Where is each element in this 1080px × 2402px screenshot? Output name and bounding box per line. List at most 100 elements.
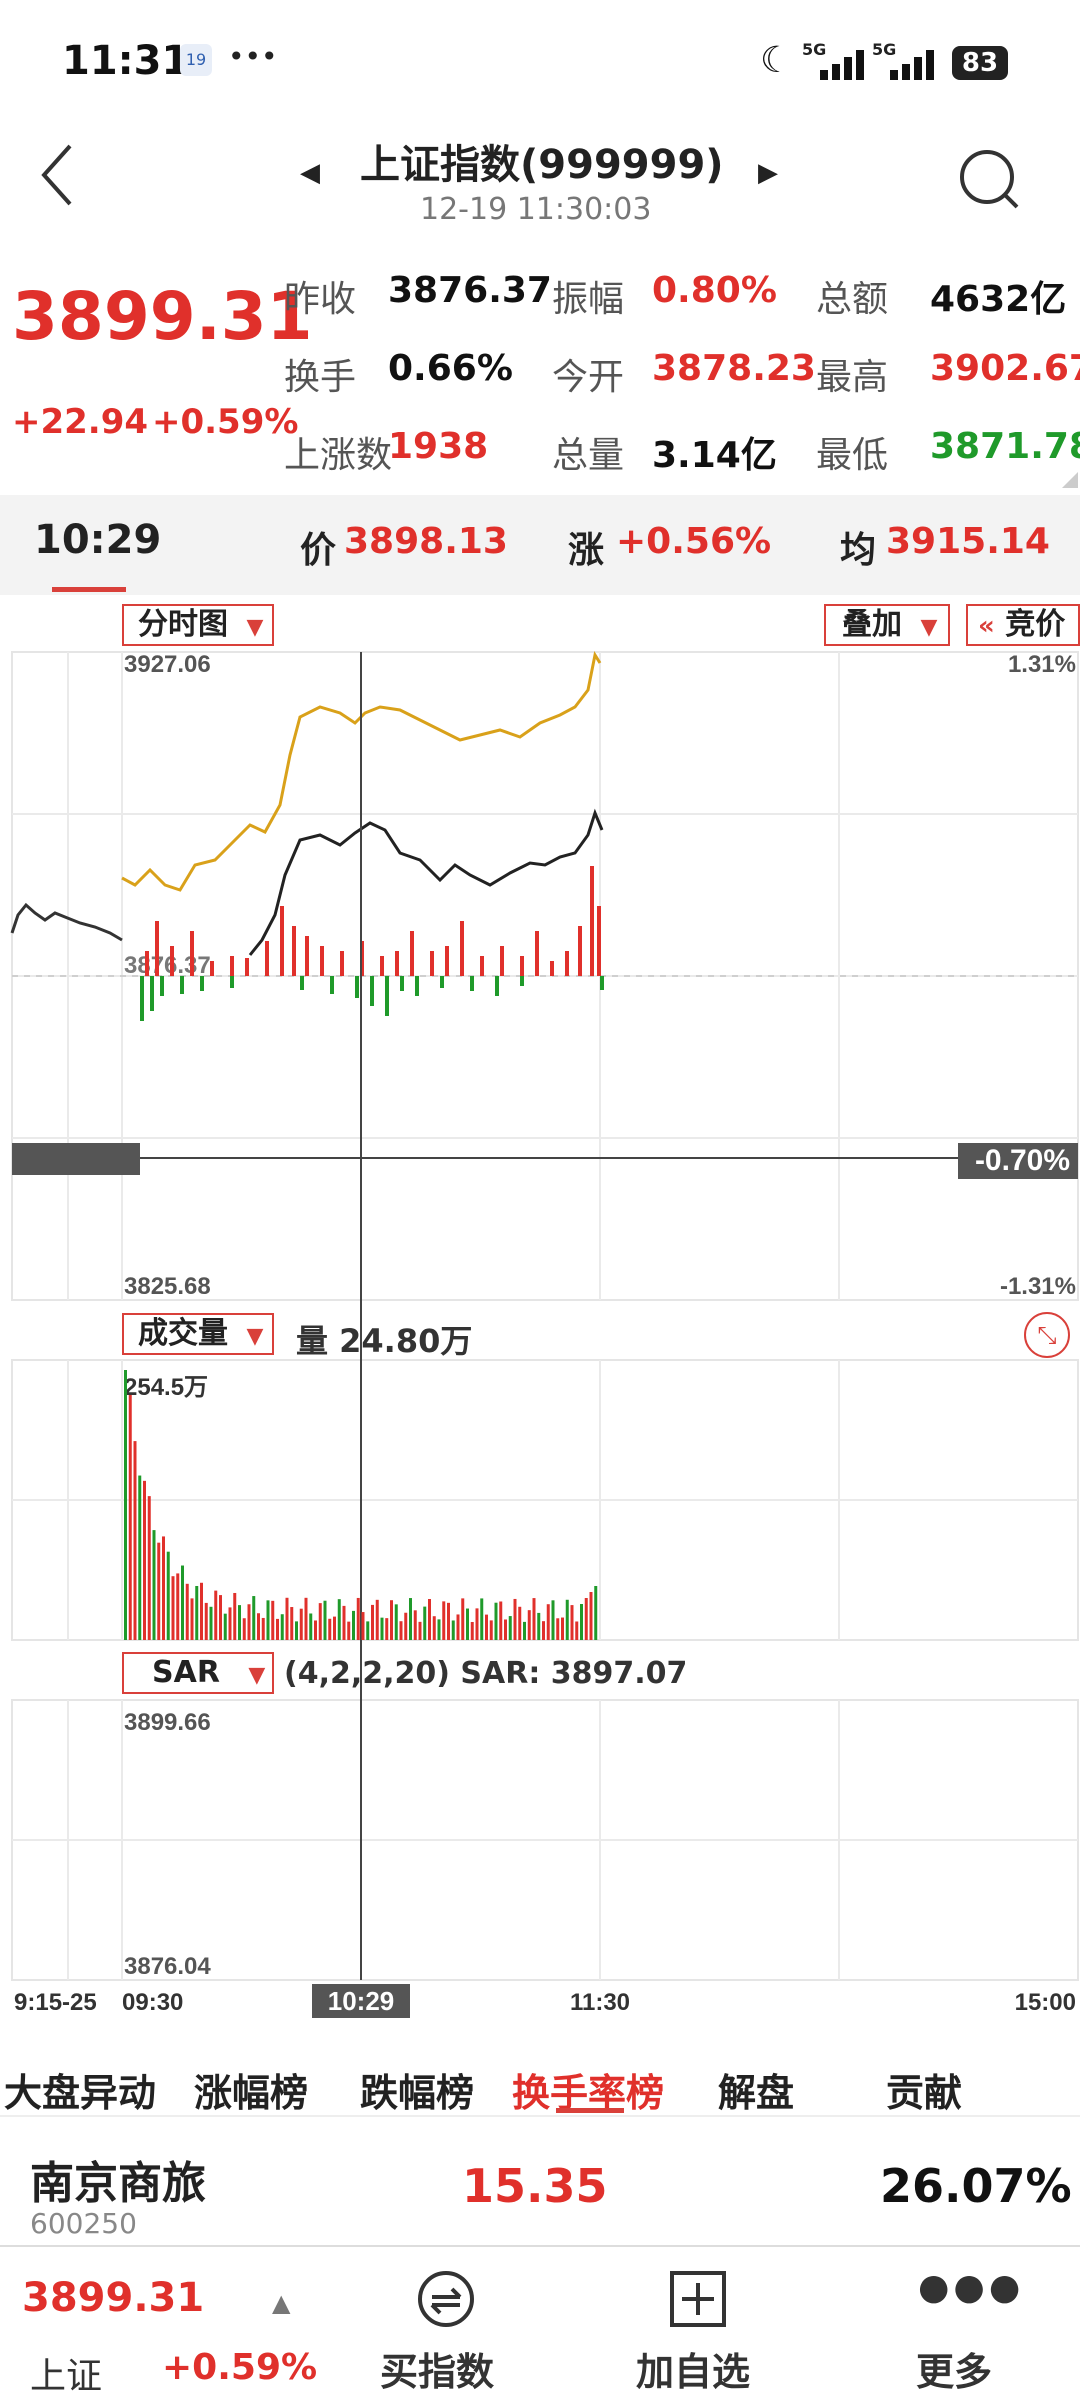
overlay-dropdown[interactable]: 叠加 ▼ bbox=[824, 604, 950, 646]
volume-bar bbox=[280, 1614, 284, 1640]
bottom-action-bar: 3899.31 ▲ 上证 +0.59% 买指数 加自选 ●●● 更多 bbox=[0, 2245, 1080, 2402]
volume-tick bbox=[280, 906, 284, 976]
status-bar: 11:31 19 ••• ☾ 5G 5G 83 bbox=[0, 0, 1080, 120]
stat-label: 最低 bbox=[816, 435, 889, 476]
volume-bar bbox=[584, 1598, 588, 1640]
volume-bar bbox=[570, 1605, 574, 1640]
tab-1[interactable]: 涨幅榜 bbox=[194, 2062, 308, 2117]
chart-type-label: 分时图 bbox=[138, 607, 228, 642]
intraday-chart[interactable]: 3927.06 3825.68 3876.37 1.31% -1.31% -0.70% 25… bbox=[0, 595, 1080, 2020]
volume-bar bbox=[285, 1597, 289, 1640]
volume-bar bbox=[223, 1613, 227, 1640]
indicator-dropdown[interactable]: SAR ▼ bbox=[122, 1652, 274, 1694]
volume-bar bbox=[399, 1621, 403, 1640]
volume-bar bbox=[166, 1551, 170, 1640]
price-line bbox=[248, 808, 604, 956]
volume-tick bbox=[495, 976, 499, 996]
tab-4[interactable]: 解盘 bbox=[718, 2062, 794, 2117]
tab-5[interactable]: 贡献 bbox=[886, 2062, 962, 2117]
volume-bar bbox=[271, 1600, 275, 1640]
crosshair-pct: -0.70% bbox=[975, 1144, 1070, 1177]
volume-bar bbox=[371, 1604, 374, 1640]
volume-bar bbox=[380, 1617, 384, 1640]
volume-bar bbox=[366, 1621, 370, 1640]
tab-2[interactable]: 跌幅榜 bbox=[360, 2062, 474, 2117]
volume-bar bbox=[409, 1598, 412, 1640]
auction-button[interactable]: « 竞价 bbox=[966, 604, 1080, 646]
x-tick-pre: 9:15-25 bbox=[14, 1989, 97, 2016]
next-index-icon[interactable]: ▶ bbox=[758, 158, 778, 188]
chevron-down-icon: ▼ bbox=[246, 615, 264, 640]
volume-tick bbox=[520, 976, 524, 986]
volume-bar bbox=[337, 1599, 341, 1640]
volume-bar bbox=[133, 1441, 137, 1640]
page-title: 上证指数(999999) bbox=[360, 142, 724, 188]
volume-bar bbox=[318, 1603, 322, 1640]
bottom-price: 3899.31 bbox=[22, 2275, 205, 2321]
crosshair-readout-bar: 10:29 价 3898.13 涨 +0.56% 均 3915.14 bbox=[0, 495, 1080, 595]
buy-index-label: 买指数 bbox=[380, 2350, 495, 2394]
volume-bar bbox=[214, 1590, 218, 1640]
search-icon[interactable] bbox=[955, 145, 1025, 215]
volume-tick bbox=[190, 931, 194, 976]
volume-bar bbox=[580, 1604, 583, 1640]
volume-tick bbox=[320, 946, 324, 976]
stat-label: 换手 bbox=[284, 357, 357, 398]
signal-icon bbox=[820, 50, 864, 80]
exchange-icon bbox=[418, 2271, 474, 2327]
volume-tick bbox=[565, 951, 569, 976]
volume-bar bbox=[238, 1605, 241, 1640]
volume-bar bbox=[518, 1606, 522, 1640]
stat-value: 0.80% bbox=[652, 270, 777, 311]
prev-index-icon[interactable]: ◀ bbox=[300, 158, 320, 188]
add-square-icon bbox=[670, 2271, 726, 2327]
volume-tick bbox=[597, 906, 601, 976]
volume-tick bbox=[210, 961, 214, 976]
volume-bar bbox=[390, 1600, 393, 1640]
volume-tick bbox=[520, 956, 524, 976]
stat-label: 总额 bbox=[816, 279, 889, 320]
add-watchlist-button[interactable]: 加自选 bbox=[622, 2257, 772, 2397]
volume-bar bbox=[290, 1607, 294, 1640]
auction-label: 竞价 bbox=[1005, 607, 1066, 642]
volume-tick bbox=[305, 936, 309, 976]
tab-0[interactable]: 大盘异动 bbox=[4, 2062, 156, 2117]
add-watchlist-label: 加自选 bbox=[636, 2350, 751, 2394]
volume-bar bbox=[470, 1621, 474, 1640]
volume-bar bbox=[375, 1599, 379, 1640]
volume-bar bbox=[261, 1617, 265, 1640]
volume-max-label: 254.5万 bbox=[124, 1374, 208, 1401]
chevron-down-icon: ▼ bbox=[248, 1663, 266, 1688]
volume-dropdown[interactable]: 成交量 ▼ bbox=[122, 1313, 274, 1355]
volume-tick bbox=[180, 976, 184, 994]
signal-icon bbox=[890, 50, 934, 80]
volume-bar bbox=[147, 1496, 151, 1640]
stat-value: 3.14亿 bbox=[652, 435, 777, 476]
volume-bar bbox=[418, 1621, 422, 1640]
volume-tick bbox=[430, 951, 434, 976]
expand-icon[interactable]: ⤡ bbox=[1024, 1312, 1070, 1358]
volume-tick bbox=[200, 976, 204, 991]
volume-bar bbox=[542, 1621, 545, 1640]
volume-bar bbox=[442, 1601, 446, 1640]
volume-bar bbox=[228, 1607, 232, 1640]
change-label: 涨 bbox=[568, 530, 605, 571]
volume-tick bbox=[170, 946, 174, 976]
table-row[interactable]: 南京商旅 600250 15.35 26.07% bbox=[0, 2115, 1080, 2240]
volume-bar bbox=[304, 1597, 308, 1640]
chart-type-dropdown[interactable]: 分时图 ▼ bbox=[122, 604, 274, 646]
change-value: +22.94 bbox=[12, 402, 149, 442]
volume-tick bbox=[340, 951, 344, 976]
bottom-index-name: 上证 bbox=[30, 2356, 103, 2397]
volume-tick bbox=[385, 976, 389, 1016]
volume-tick bbox=[535, 931, 539, 976]
volume-tick bbox=[370, 976, 374, 1006]
buy-index-button[interactable]: 买指数 bbox=[372, 2257, 522, 2397]
battery-icon: 83 bbox=[952, 46, 1008, 80]
volume-bar bbox=[143, 1480, 146, 1640]
more-button[interactable]: ●●● 更多 bbox=[880, 2257, 1030, 2397]
volume-bar bbox=[252, 1596, 256, 1640]
volume-bar bbox=[190, 1598, 194, 1640]
volume-tick bbox=[265, 941, 269, 976]
back-icon[interactable] bbox=[38, 140, 78, 210]
